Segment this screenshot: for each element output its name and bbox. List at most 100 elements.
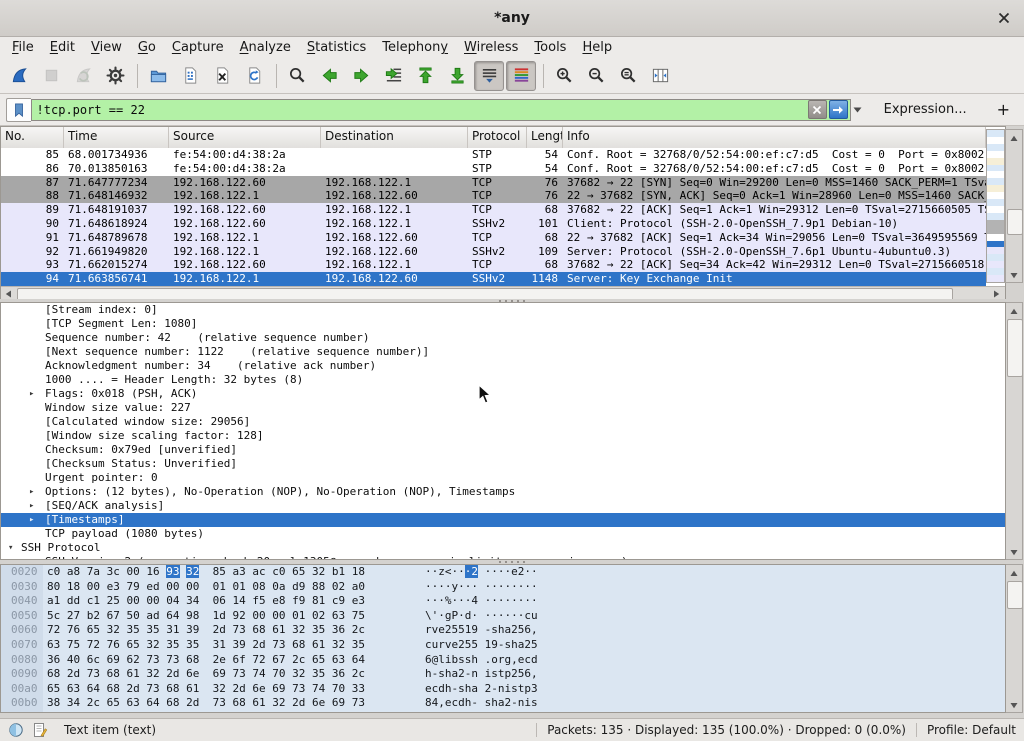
ascii-char[interactable]: a bbox=[471, 682, 478, 695]
hex-byte[interactable]: 35 bbox=[312, 667, 325, 680]
hex-byte[interactable]: 38 bbox=[47, 696, 60, 709]
ascii-char[interactable]: s bbox=[511, 682, 518, 695]
hex-byte[interactable]: 6e bbox=[186, 667, 199, 680]
hex-byte[interactable]: 61 bbox=[186, 682, 199, 695]
hex-byte[interactable]: 6c bbox=[87, 653, 100, 666]
hex-byte[interactable]: ac bbox=[252, 565, 265, 578]
ascii-char[interactable]: h bbox=[498, 623, 505, 636]
hex-bytes[interactable]: 80 18 00 e3 79 ed 00 00 01 01 08 0a d9 8… bbox=[47, 580, 365, 595]
ascii-char[interactable]: · bbox=[425, 565, 432, 578]
hex-byte[interactable]: 2d bbox=[166, 667, 179, 680]
ascii-char[interactable]: h bbox=[511, 638, 518, 651]
zoom-original-icon[interactable] bbox=[613, 61, 643, 91]
column-header-no[interactable]: No. bbox=[1, 127, 64, 148]
ascii-char[interactable]: i bbox=[445, 653, 452, 666]
resize-columns-icon[interactable] bbox=[645, 61, 675, 91]
hex-byte[interactable]: 92 bbox=[233, 609, 246, 622]
detail-line[interactable]: [TCP Segment Len: 1080] bbox=[1, 317, 1005, 331]
ascii-char[interactable]: · bbox=[511, 594, 518, 607]
ascii-char[interactable]: 6 bbox=[524, 623, 531, 636]
hex-ascii[interactable]: 6@libssh .org,ecd bbox=[425, 653, 538, 668]
hex-byte[interactable]: ed bbox=[146, 580, 159, 593]
hex-byte[interactable]: 64 bbox=[146, 696, 159, 709]
column-header-source[interactable]: Source bbox=[169, 127, 321, 148]
hex-byte[interactable]: 39 bbox=[233, 638, 246, 651]
scroll-down-icon[interactable] bbox=[1006, 268, 1022, 282]
ascii-char[interactable]: l bbox=[438, 653, 445, 666]
expression-button[interactable]: Expression... bbox=[878, 99, 973, 120]
ascii-char[interactable]: s bbox=[458, 653, 465, 666]
colorize-icon[interactable] bbox=[506, 61, 536, 91]
ascii-char[interactable]: · bbox=[445, 580, 452, 593]
hex-byte[interactable]: 31 bbox=[213, 638, 226, 651]
ascii-char[interactable]: · bbox=[531, 565, 538, 578]
go-back-icon[interactable] bbox=[314, 61, 344, 91]
add-filter-button[interactable]: + bbox=[989, 100, 1018, 119]
hex-row[interactable]: 00b038 34 2c 65 63 64 68 2d 73 68 61 32 … bbox=[1, 696, 1005, 711]
hex-byte[interactable]: 73 bbox=[233, 623, 246, 636]
ascii-char[interactable]: · bbox=[498, 594, 505, 607]
hex-row[interactable]: 00a065 63 64 68 2d 73 68 61 32 2d 6e 69 … bbox=[1, 682, 1005, 697]
hex-row[interactable]: 003080 18 00 e3 79 ed 00 00 01 01 08 0a … bbox=[1, 580, 1005, 595]
hex-byte[interactable]: 67 bbox=[107, 609, 120, 622]
ascii-char[interactable]: - bbox=[498, 638, 505, 651]
hex-byte[interactable]: 14 bbox=[233, 594, 246, 607]
hex-byte[interactable]: 79 bbox=[127, 580, 140, 593]
detail-line[interactable]: ▸Options: (12 bytes), No-Operation (NOP)… bbox=[1, 485, 1005, 499]
ascii-char[interactable]: e bbox=[511, 565, 518, 578]
hex-bytes[interactable]: 38 34 2c 65 63 64 68 2d 73 68 61 32 2d 6… bbox=[47, 696, 365, 711]
hex-byte[interactable]: 68 bbox=[107, 682, 120, 695]
hex-ascii[interactable]: rve25519 -sha256, bbox=[425, 623, 538, 638]
collapsed-arrow-icon[interactable]: ▸ bbox=[29, 513, 34, 527]
hex-byte[interactable]: 73 bbox=[233, 667, 246, 680]
ascii-char[interactable]: · bbox=[438, 580, 445, 593]
scroll-down-icon[interactable] bbox=[1006, 698, 1022, 712]
ascii-char[interactable]: % bbox=[445, 594, 452, 607]
hex-byte[interactable]: 6e bbox=[252, 682, 265, 695]
zoom-in-icon[interactable] bbox=[549, 61, 579, 91]
menu-item-tools[interactable]: Tools bbox=[526, 39, 574, 56]
ascii-char[interactable]: · bbox=[524, 580, 531, 593]
ascii-char[interactable]: · bbox=[425, 580, 432, 593]
ascii-char[interactable]: , bbox=[511, 653, 518, 666]
scroll-up-icon[interactable] bbox=[1006, 304, 1022, 318]
hex-byte[interactable]: 65 bbox=[47, 682, 60, 695]
hex-byte[interactable]: 73 bbox=[213, 696, 226, 709]
ascii-char[interactable]: \ bbox=[425, 609, 432, 622]
hex-byte[interactable]: 68 bbox=[186, 653, 199, 666]
hex-byte[interactable]: 63 bbox=[332, 653, 345, 666]
ascii-char[interactable]: · bbox=[524, 594, 531, 607]
hex-byte[interactable]: 04 bbox=[166, 594, 179, 607]
ascii-char[interactable]: h bbox=[425, 667, 432, 680]
hex-row[interactable]: 0020c0 a8 7a 3c 00 16 93 32 85 a3 ac c0 … bbox=[1, 565, 1005, 580]
hex-byte[interactable]: 72 bbox=[252, 653, 265, 666]
hex-byte[interactable]: 68 bbox=[47, 667, 60, 680]
ascii-char[interactable]: 5 bbox=[471, 638, 478, 651]
detail-line[interactable]: Window size value: 227 bbox=[1, 401, 1005, 415]
hex-byte[interactable]: 18 bbox=[67, 580, 80, 593]
ascii-char[interactable]: · bbox=[471, 580, 478, 593]
detail-line[interactable]: ▸SSH Version 2 (encryption:chacha20-poly… bbox=[1, 555, 1005, 560]
detail-line[interactable]: [Checksum Status: Unverified] bbox=[1, 457, 1005, 471]
detail-line[interactable]: ▾SSH Protocol bbox=[1, 541, 1005, 555]
hex-byte[interactable]: 00 bbox=[186, 580, 199, 593]
hex-byte[interactable]: a8 bbox=[67, 565, 80, 578]
hex-byte[interactable]: 2c bbox=[352, 667, 365, 680]
hex-byte[interactable]: 2d bbox=[186, 696, 199, 709]
hex-byte[interactable]: 32 bbox=[272, 696, 285, 709]
close-file-icon[interactable] bbox=[207, 61, 237, 91]
hex-byte[interactable]: 2d bbox=[67, 667, 80, 680]
hex-byte[interactable]: 68 bbox=[166, 696, 179, 709]
ascii-char[interactable]: d bbox=[438, 682, 445, 695]
ascii-char[interactable]: · bbox=[491, 580, 498, 593]
menu-item-statistics[interactable]: Statistics bbox=[299, 39, 374, 56]
ascii-char[interactable]: 4 bbox=[471, 594, 478, 607]
packet-row[interactable]: 9071.648618924192.168.122.60192.168.122.… bbox=[1, 217, 986, 231]
packet-row[interactable]: 8871.648146932192.168.122.1192.168.122.6… bbox=[1, 189, 986, 203]
ascii-char[interactable]: g bbox=[445, 609, 452, 622]
ascii-char[interactable]: d bbox=[531, 653, 538, 666]
ascii-char[interactable]: n bbox=[471, 667, 478, 680]
hex-byte[interactable]: 34 bbox=[186, 594, 199, 607]
hex-byte[interactable]: 70 bbox=[332, 682, 345, 695]
hex-byte[interactable]: 32 bbox=[146, 667, 159, 680]
